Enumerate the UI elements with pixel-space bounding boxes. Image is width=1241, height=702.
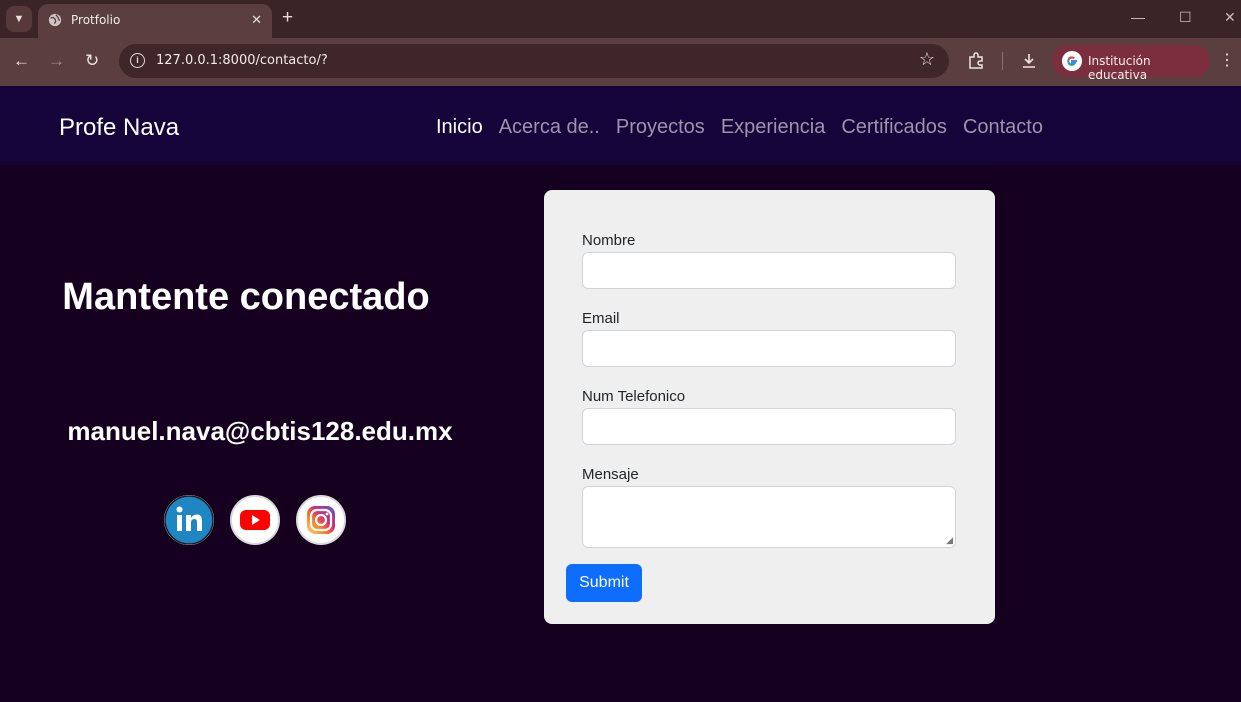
url-text[interactable]: 127.0.0.1:8000/contacto/? <box>156 53 328 68</box>
contact-form: Nombre Email Num Telefonico Mensaje ◢ Su… <box>544 190 995 624</box>
profile-button[interactable]: Institución educativa <box>1052 45 1210 82</box>
maximize-icon[interactable]: ☐ <box>1179 9 1192 26</box>
toolbar-divider <box>1002 52 1003 70</box>
site-navbar: Profe Nava Inicio Acerca de.. Proyectos … <box>0 86 1241 165</box>
message-label: Mensaje <box>582 466 639 483</box>
browser-tab[interactable]: Protfolio ✕ <box>38 4 272 38</box>
tab-title: Protfolio <box>71 13 121 27</box>
submit-button[interactable]: Submit <box>566 564 642 602</box>
star-icon[interactable]: ☆ <box>919 49 935 70</box>
download-icon[interactable] <box>1020 52 1038 70</box>
minimize-icon[interactable]: — <box>1131 9 1145 25</box>
phone-field[interactable] <box>582 408 956 445</box>
info-icon[interactable]: i <box>130 53 145 68</box>
resize-handle-icon[interactable]: ◢ <box>946 535 953 546</box>
chevron-down-icon: ▼ <box>13 13 25 25</box>
nav-link-experiencia[interactable]: Experiencia <box>721 116 826 139</box>
google-icon <box>1062 51 1082 71</box>
menu-icon[interactable]: ⋮ <box>1219 50 1235 70</box>
close-icon[interactable]: ✕ <box>251 12 262 28</box>
reload-icon[interactable]: ↻ <box>85 51 99 71</box>
contact-email: manuel.nava@cbtis128.edu.mx <box>67 416 453 446</box>
name-field[interactable] <box>582 252 956 289</box>
profile-label: Institución educativa <box>1088 54 1151 82</box>
nav-link-proyectos[interactable]: Proyectos <box>616 116 705 139</box>
browser-tabstrip: ▼ Protfolio ✕ + — ☐ ✕ <box>0 0 1241 38</box>
nav-link-acerca[interactable]: Acerca de.. <box>499 116 600 139</box>
linkedin-icon[interactable] <box>164 495 214 545</box>
nav-link-contacto[interactable]: Contacto <box>963 116 1043 139</box>
name-label: Nombre <box>582 232 636 249</box>
email-field[interactable] <box>582 330 956 367</box>
instagram-icon[interactable] <box>296 495 346 545</box>
tab-search-button[interactable]: ▼ <box>6 6 32 32</box>
window-close-icon[interactable]: ✕ <box>1224 9 1236 26</box>
email-label: Email <box>582 310 620 327</box>
browser-toolbar: ← → ↻ i 127.0.0.1:8000/contacto/? ☆ Inst… <box>0 38 1241 86</box>
phone-label: Num Telefonico <box>582 388 686 405</box>
address-bar[interactable]: i 127.0.0.1:8000/contacto/? ☆ <box>119 44 949 78</box>
extensions-icon[interactable] <box>967 52 985 70</box>
forward-icon[interactable]: → <box>48 51 65 71</box>
nav-links: Inicio Acerca de.. Proyectos Experiencia… <box>436 116 1043 139</box>
message-textarea[interactable]: ◢ <box>582 486 956 548</box>
back-icon[interactable]: ← <box>13 51 30 71</box>
youtube-icon[interactable] <box>230 495 280 545</box>
page-title: Mantente conectado <box>62 276 430 318</box>
brand-logo[interactable]: Profe Nava <box>59 114 179 142</box>
new-tab-button[interactable]: + <box>282 7 293 29</box>
globe-icon <box>48 13 62 27</box>
nav-link-certificados[interactable]: Certificados <box>841 116 947 139</box>
nav-link-inicio[interactable]: Inicio <box>436 116 483 139</box>
